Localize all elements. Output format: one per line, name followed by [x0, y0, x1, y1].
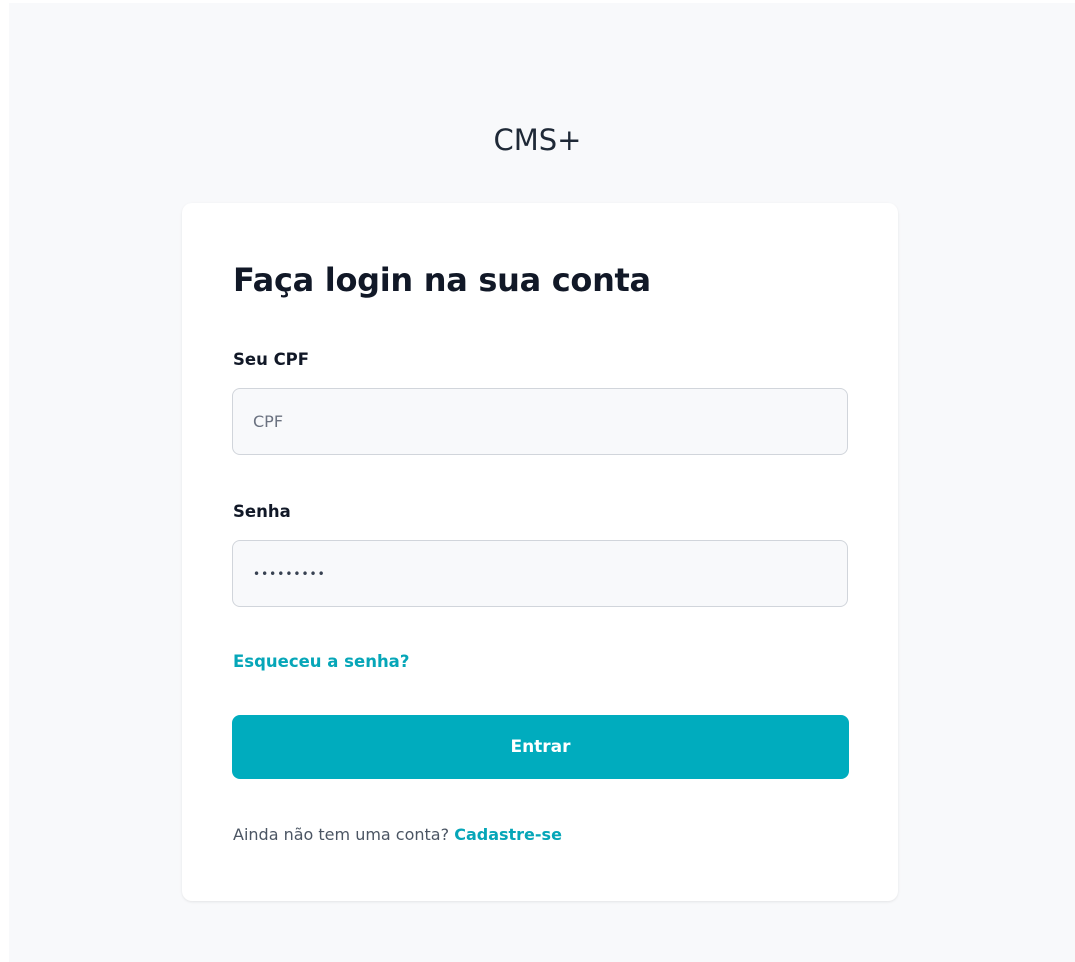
password-label: Senha [233, 502, 291, 521]
submit-button[interactable]: Entrar [232, 715, 849, 779]
cpf-input[interactable] [232, 388, 848, 455]
signup-prompt: Ainda não tem uma conta? [233, 825, 450, 844]
cpf-label: Seu CPF [233, 350, 310, 369]
forgot-password-link[interactable]: Esqueceu a senha? [233, 650, 409, 674]
login-heading: Faça login na sua conta [233, 261, 651, 299]
password-input[interactable] [232, 540, 848, 607]
signup-link[interactable]: Cadastre-se [454, 825, 562, 844]
login-card: Faça login na sua conta Seu CPF Senha Es… [182, 203, 898, 901]
signup-row: Ainda não tem uma conta? Cadastre-se [233, 823, 562, 847]
app-title: CMS+ [493, 123, 582, 157]
